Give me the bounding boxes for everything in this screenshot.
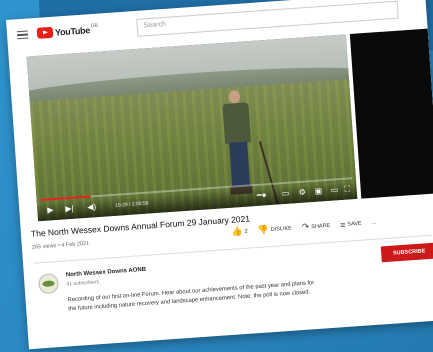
youtube-logo-icon bbox=[36, 26, 54, 39]
search-placeholder: Search bbox=[143, 20, 167, 30]
more-button[interactable]: ... bbox=[371, 219, 376, 225]
channel-name[interactable]: North Wessex Downs AONB bbox=[66, 267, 147, 279]
menu-icon[interactable] bbox=[16, 30, 29, 40]
like-count: 2 bbox=[244, 228, 248, 235]
dislike-label: DISLIKE bbox=[270, 225, 293, 233]
volume-icon[interactable]: ◀) bbox=[87, 202, 96, 212]
subscribe-button[interactable]: SUBSCRIBE bbox=[380, 242, 433, 263]
like-button[interactable]: 👍 2 bbox=[231, 226, 248, 238]
side-panel bbox=[349, 28, 433, 199]
thumbs-up-icon: 👍 bbox=[230, 226, 243, 237]
settings-icon[interactable]: ⚙ bbox=[298, 188, 306, 197]
share-button[interactable]: ↷ SHARE bbox=[301, 220, 330, 233]
dislike-button[interactable]: 👎 DISLIKE bbox=[257, 223, 292, 236]
playlist-add-icon: ≡ bbox=[339, 219, 346, 230]
play-icon[interactable]: ▶ bbox=[47, 205, 54, 214]
subtitles-icon[interactable]: ▭ bbox=[281, 189, 289, 199]
save-button[interactable]: ≡ SAVE bbox=[340, 218, 362, 229]
logo-region: GB bbox=[90, 22, 99, 29]
fullscreen-icon[interactable]: ⛶ bbox=[344, 184, 350, 193]
thumbs-down-icon: 👎 bbox=[257, 224, 270, 235]
youtube-logo[interactable]: YouTube GB bbox=[36, 22, 99, 39]
action-bar: 👍 2 👎 DISLIKE ↷ SHARE ≡ SAVE ... bbox=[231, 216, 387, 238]
divider bbox=[32, 234, 433, 264]
share-icon: ↷ bbox=[301, 221, 310, 232]
logo-text: YouTube bbox=[54, 24, 91, 38]
channel-avatar[interactable] bbox=[37, 273, 60, 295]
theater-icon[interactable]: ▭ bbox=[330, 185, 338, 195]
autoplay-toggle-icon[interactable]: ━● bbox=[257, 190, 267, 200]
more-icon: ... bbox=[371, 219, 377, 226]
share-label: SHARE bbox=[311, 222, 331, 230]
video-description: Recording of our first on-line Forum. He… bbox=[67, 273, 397, 314]
video-player[interactable]: ▶ ▶| ◀) 19:29 / 2:00:58 ━● ▭ ⚙ ▣ ▭ ⛶ bbox=[26, 34, 358, 222]
save-label: SAVE bbox=[347, 220, 362, 228]
miniplayer-icon[interactable]: ▣ bbox=[314, 186, 322, 196]
view-count: 265 views • 4 Feb 2021 bbox=[31, 240, 90, 251]
subscriber-count: 41 subscribers bbox=[66, 279, 100, 288]
next-icon[interactable]: ▶| bbox=[65, 204, 74, 214]
browser-screen: YouTube GB Search ▶ ▶| ◀) 19:29 / 2:00:5… bbox=[6, 0, 433, 350]
